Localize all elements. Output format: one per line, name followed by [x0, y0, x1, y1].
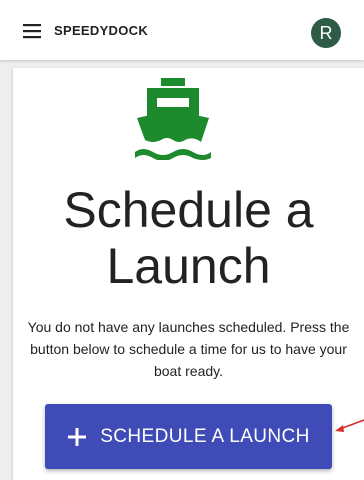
title-line-1: Schedule a: [63, 182, 314, 238]
annotation-arrow-icon: [335, 419, 364, 432]
schedule-launch-button[interactable]: SCHEDULE A LAUNCH: [45, 404, 332, 469]
schedule-launch-label: SCHEDULE A LAUNCH: [100, 425, 310, 447]
hamburger-menu-icon[interactable]: [22, 20, 44, 42]
page-title: Schedule a Launch: [13, 182, 364, 294]
app-bar: SPEEDYDOCK R: [0, 0, 364, 60]
ferry-boat-icon: [133, 78, 213, 161]
title-line-2: Launch: [106, 238, 271, 294]
plus-icon: [68, 427, 87, 446]
user-avatar[interactable]: R: [311, 18, 341, 48]
app-title: SPEEDYDOCK: [54, 23, 149, 38]
empty-state-message: You do not have any launches scheduled. …: [27, 319, 350, 379]
launch-card: Schedule a Launch You do not have any la…: [13, 68, 364, 480]
app-screen: SPEEDYDOCK R Schedule a Launch You do no…: [0, 0, 364, 480]
